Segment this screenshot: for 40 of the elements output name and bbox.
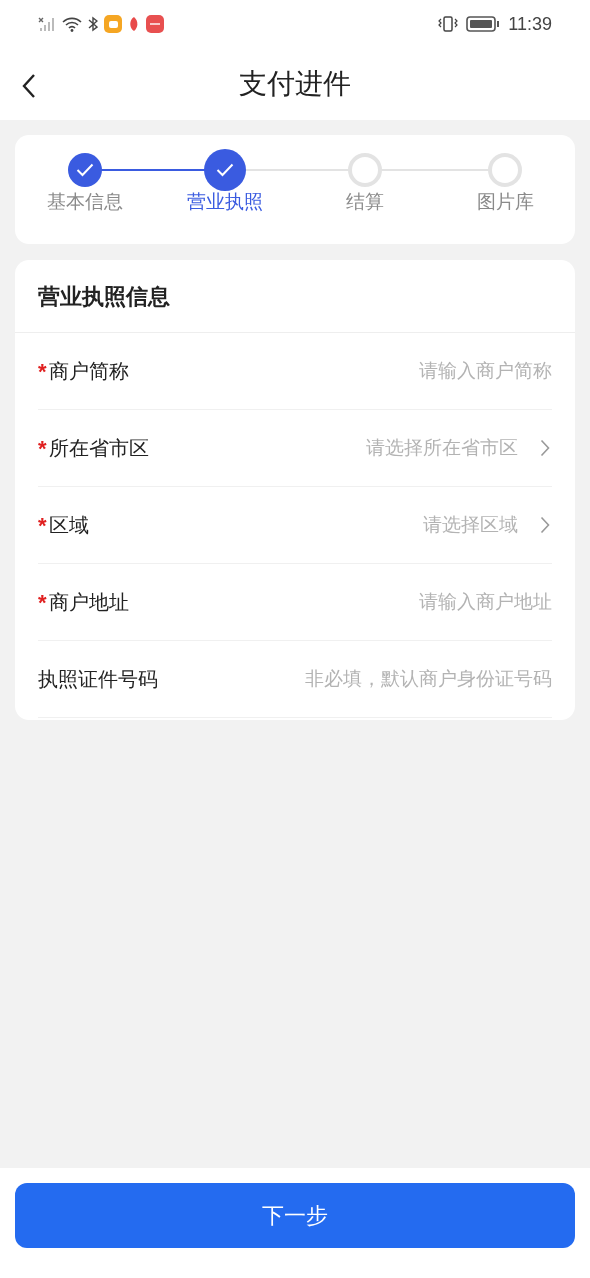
field-label: 所在省市区 [48,436,149,461]
app-icon [128,16,140,32]
required-asterisk: * [38,357,47,386]
battery-icon [466,15,501,33]
app-icon [104,15,122,33]
field-label: 区域 [48,513,89,538]
step-label: 营业执照 [187,190,263,214]
required-asterisk: * [38,588,47,617]
section-title: 营业执照信息 [38,282,170,311]
vibrate-icon [438,15,459,33]
step-label: 图片库 [476,190,534,214]
next-button[interactable]: 下一步 [15,1183,575,1248]
required-asterisk: * [38,434,47,463]
field-label: 执照证件号码 [38,667,158,692]
select-field[interactable]: 请选择区域 [88,510,518,540]
app-icon [146,15,164,33]
form-row[interactable]: *区域 请选择区域 [38,487,552,564]
form-row[interactable]: *商户地址 请输入商户地址 [38,564,552,641]
form-row[interactable]: *所在省市区 请选择所在省市区 [38,410,552,487]
input-field[interactable]: 请输入商户简称 [128,356,552,386]
step-check-icon[interactable] [204,149,246,191]
step-label: 基本信息 [47,190,123,214]
field-label: 商户简称 [48,359,129,384]
signal-icon [38,16,56,32]
page-title: 支付进件 [239,67,351,101]
step-check-icon[interactable] [68,153,102,187]
bluetooth-icon [88,16,98,32]
required-asterisk: * [38,511,47,540]
select-field[interactable]: 请选择所在省市区 [148,433,518,463]
clock-time: 11:39 [508,12,552,36]
step-label: 结算 [346,190,384,214]
back-icon [22,73,36,99]
input-field[interactable]: 请输入商户地址 [128,587,552,617]
field-label: 商户地址 [48,590,129,615]
form-row[interactable]: 执照证件号码 非必填，默认商户身份证号码 [38,641,552,718]
chevron-right-icon [540,516,550,534]
form-row[interactable]: *商户简称 请输入商户简称 [38,333,552,410]
chevron-right-icon [540,439,550,457]
wifi-icon [62,16,82,32]
input-field[interactable]: 非必填，默认商户身份证号码 [158,664,552,694]
